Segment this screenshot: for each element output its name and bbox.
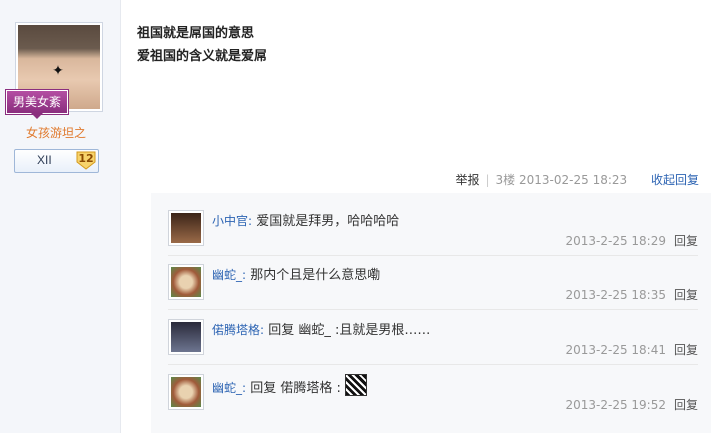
butterfly-icon: ✦ <box>52 63 64 79</box>
reply-text-line: 小中官: 爱国就是拜男，哈哈哈哈 <box>212 210 399 229</box>
divider <box>168 309 698 310</box>
reply-button[interactable]: 回复 <box>674 343 698 357</box>
divider <box>168 255 698 256</box>
reply-username[interactable]: 小中官: <box>212 214 252 228</box>
level-number-icon: 12 <box>75 150 97 170</box>
reply-avatar[interactable] <box>168 319 204 355</box>
reply-avatar[interactable] <box>168 264 204 300</box>
author-username[interactable]: 女孩游坦之 <box>0 124 112 141</box>
post-line: 爱祖国的含义就是爱屌 <box>137 49 268 64</box>
separator: | <box>485 173 490 187</box>
reply-button[interactable]: 回复 <box>674 288 698 302</box>
reply-username[interactable]: 幽蛇_: <box>212 381 246 395</box>
report-link[interactable]: 举报 <box>455 173 479 187</box>
divider <box>168 364 698 365</box>
reply-meta: 2013-2-25 18:29 回复 <box>565 232 698 249</box>
reply-username[interactable]: 幽蛇_: <box>212 268 246 282</box>
reply-meta: 2013-2-25 19:52 回复 <box>565 396 698 413</box>
reply-text-line: 偌腾塔格: 回复 幽蛇_ :且就是男根…… <box>212 319 430 338</box>
reply-meta: 2013-2-25 18:41 回复 <box>565 341 698 358</box>
reply-avatar[interactable] <box>168 374 204 410</box>
reply-text: 那内个且是什么意思嘞 <box>250 268 381 283</box>
reply-list: 小中官: 爱国就是拜男，哈哈哈哈 2013-2-25 18:29 回复 幽蛇_: … <box>151 193 711 433</box>
reply-text: 爱国就是拜男，哈哈哈哈 <box>256 214 400 229</box>
author-sidebar: ✦ 男美女紊 女孩游坦之 XII 12 <box>0 0 121 433</box>
post-line: 祖国就是屌国的意思 <box>137 26 255 41</box>
reply-button[interactable]: 回复 <box>674 398 698 412</box>
collapse-replies-link[interactable]: 收起回复 <box>651 173 699 187</box>
reply-time: 2013-2-25 18:35 <box>565 288 666 302</box>
post-time: 2013-02-25 18:23 <box>519 173 628 187</box>
reply-time: 2013-2-25 18:41 <box>565 343 666 357</box>
post-meta: 举报 | 3楼 2013-02-25 18:23 收起回复 <box>455 170 699 190</box>
reply-text-line: 幽蛇_: 回复 偌腾塔格 : <box>212 374 367 396</box>
reply-text: 回复 幽蛇_ :且就是男根…… <box>268 323 431 338</box>
reply-avatar[interactable] <box>168 210 204 246</box>
level-badge[interactable]: XII 12 <box>14 149 99 173</box>
reply-time: 2013-2-25 18:29 <box>565 234 666 248</box>
reply-button[interactable]: 回复 <box>674 234 698 248</box>
level-number: 12 <box>78 152 94 165</box>
floor-number: 3楼 <box>495 173 516 187</box>
level-name: XII <box>37 153 52 167</box>
reply-text: 回复 偌腾塔格 : <box>250 381 341 396</box>
reply-meta: 2013-2-25 18:35 回复 <box>565 286 698 303</box>
reply-text-line: 幽蛇_: 那内个且是什么意思嘞 <box>212 264 380 283</box>
reply-username[interactable]: 偌腾塔格: <box>212 323 264 337</box>
post-content: 祖国就是屌国的意思 爱祖国的含义就是爱屌 <box>137 22 267 68</box>
title-badge: 男美女紊 <box>6 90 69 119</box>
reply-time: 2013-2-25 19:52 <box>565 398 666 412</box>
sticker-image-icon <box>344 374 367 396</box>
